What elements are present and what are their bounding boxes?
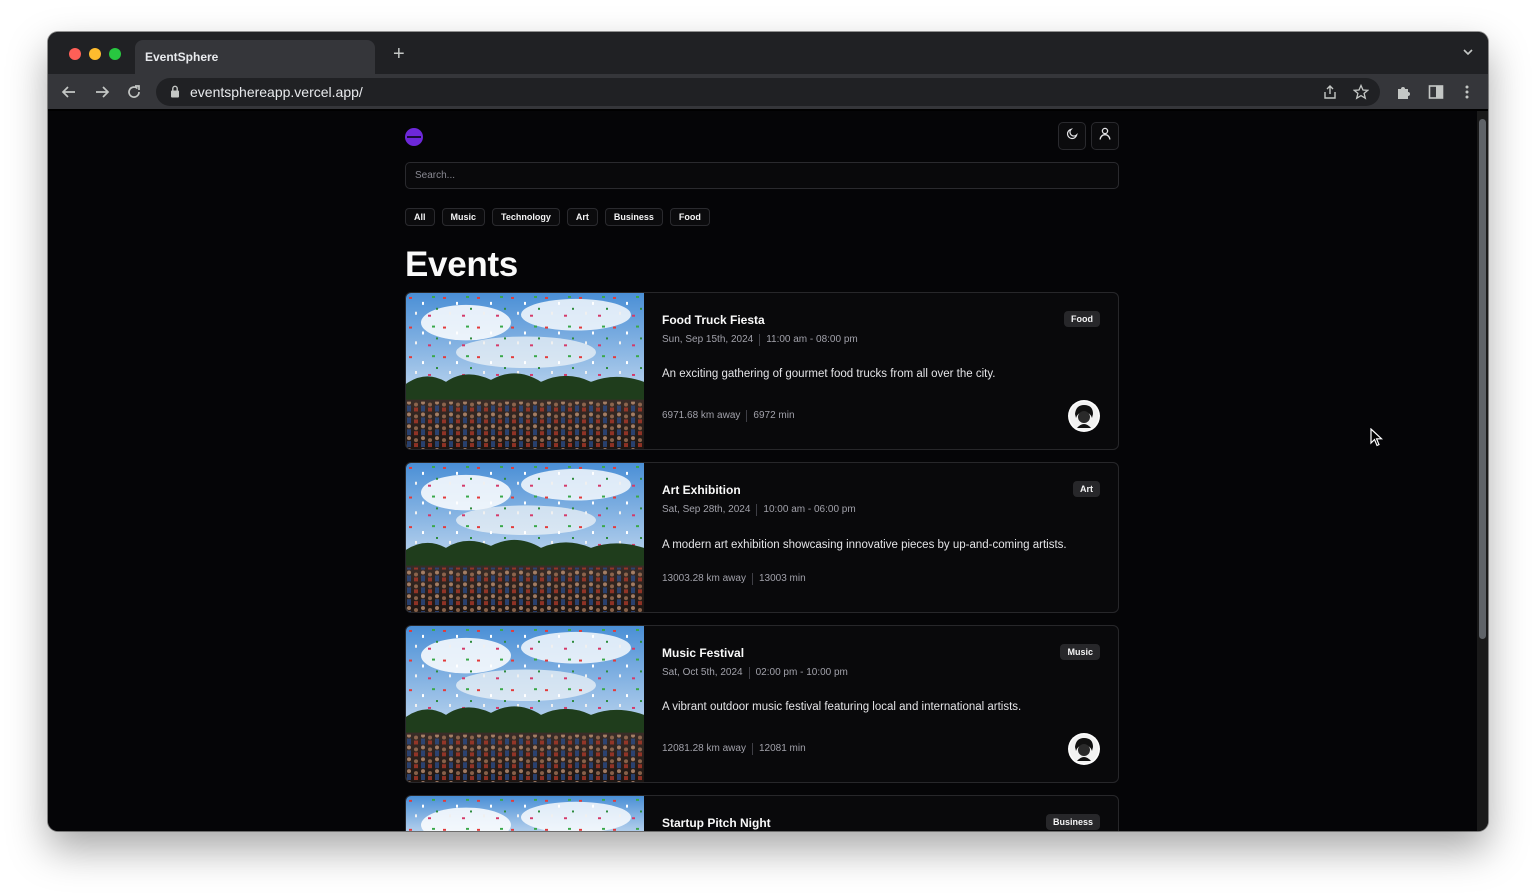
event-datetime: Sat, Oct 5th, 2024 02:00 pm - 10:00 pm [662, 667, 848, 679]
minimize-window-button[interactable] [89, 48, 101, 60]
category-badge: Art [1073, 481, 1100, 497]
filter-business[interactable]: Business [604, 208, 663, 226]
event-stats: 13003.28 km away 13003 min [662, 573, 806, 585]
scrollbar-thumb[interactable] [1479, 119, 1486, 639]
event-title: Music Festival [662, 646, 745, 660]
event-stats: 6971.68 km away 6972 min [662, 410, 795, 422]
browser-toolbar: eventsphereapp.vercel.app/ [48, 74, 1488, 110]
event-distance: 12081.28 km away [662, 743, 746, 754]
event-datetime: Sat, Sep 28th, 2024 10:00 am - 06:00 pm [662, 504, 856, 516]
event-stats: 12081.28 km away 12081 min [662, 743, 806, 755]
search-input[interactable] [405, 162, 1119, 189]
category-badge: Music [1060, 644, 1100, 660]
filter-technology[interactable]: Technology [492, 208, 560, 226]
event-title: Art Exhibition [662, 483, 741, 497]
event-time: 02:00 pm - 10:00 pm [755, 667, 848, 678]
new-tab-button[interactable]: + [393, 44, 405, 64]
browser-tab[interactable]: EventSphere [135, 40, 375, 74]
back-arrow-icon[interactable] [58, 81, 80, 103]
event-time: 11:00 am - 08:00 pm [766, 334, 858, 345]
event-card[interactable]: Food Truck Fiesta Food Sun, Sep 15th, 20… [405, 292, 1119, 450]
event-duration: 6972 min [753, 410, 795, 421]
tab-strip: EventSphere + [48, 32, 1488, 74]
event-duration: 12081 min [758, 743, 806, 754]
filter-music[interactable]: Music [441, 208, 486, 226]
event-card[interactable]: Art Exhibition Art Sat, Sep 28th, 2024 1… [405, 462, 1119, 613]
side-panel-icon[interactable] [1427, 83, 1445, 101]
close-window-button[interactable] [69, 48, 81, 60]
divider [751, 743, 753, 755]
divider [746, 410, 748, 422]
browser-window: EventSphere + eventsphereapp.vercel.app/ [48, 32, 1488, 831]
event-description: A vibrant outdoor music festival featuri… [662, 701, 1022, 713]
category-filters: All Music Technology Art Business Food [405, 208, 710, 226]
share-icon[interactable] [1322, 84, 1338, 100]
filter-food[interactable]: Food [669, 208, 710, 226]
event-image [406, 626, 644, 782]
event-details: Startup Pitch Night Business [662, 796, 1100, 831]
account-button[interactable] [1091, 122, 1119, 150]
event-title: Startup Pitch Night [662, 816, 771, 830]
event-card[interactable]: Startup Pitch Night Business [405, 795, 1119, 831]
event-description: A modern art exhibition showcasing innov… [662, 539, 1067, 551]
category-badge: Business [1045, 814, 1100, 830]
mouse-cursor-icon [1370, 428, 1384, 447]
divider [751, 573, 753, 585]
reload-icon[interactable] [123, 81, 145, 103]
browser-menu-icon[interactable] [1458, 83, 1476, 101]
category-badge: Food [1064, 311, 1100, 327]
moon-icon [1066, 127, 1079, 145]
event-details: Music Festival Music Sat, Oct 5th, 2024 … [662, 626, 1100, 782]
page-viewport: All Music Technology Art Business Food E… [48, 111, 1488, 831]
event-datetime: Sun, Sep 15th, 2024 11:00 am - 08:00 pm [662, 334, 858, 346]
tab-search-chevron-icon[interactable] [1462, 46, 1474, 61]
address-bar-url: eventsphereapp.vercel.app/ [190, 84, 363, 100]
event-title: Food Truck Fiesta [662, 313, 765, 327]
event-card[interactable]: Music Festival Music Sat, Oct 5th, 2024 … [405, 625, 1119, 783]
divider [756, 504, 758, 516]
event-distance: 6971.68 km away [662, 410, 741, 421]
forward-arrow-icon[interactable] [91, 81, 113, 103]
event-date: Sat, Oct 5th, 2024 [662, 667, 743, 678]
theme-toggle-button[interactable] [1058, 122, 1086, 150]
event-date: Sat, Sep 28th, 2024 [662, 504, 751, 515]
event-distance: 13003.28 km away [662, 573, 746, 584]
bookmark-star-icon[interactable] [1352, 83, 1370, 100]
browser-tab-title: EventSphere [145, 50, 219, 64]
event-details: Food Truck Fiesta Food Sun, Sep 15th, 20… [662, 293, 1100, 449]
event-duration: 13003 min [758, 573, 806, 584]
event-details: Art Exhibition Art Sat, Sep 28th, 2024 1… [662, 463, 1100, 612]
event-description: An exciting gathering of gourmet food tr… [662, 368, 996, 380]
address-bar[interactable]: eventsphereapp.vercel.app/ [156, 78, 1380, 106]
organizer-avatar[interactable] [1068, 733, 1100, 765]
extensions-puzzle-icon[interactable] [1395, 83, 1413, 101]
filter-all[interactable]: All [405, 208, 435, 226]
event-image [406, 463, 644, 612]
divider [759, 334, 761, 346]
organizer-avatar[interactable] [1068, 400, 1100, 432]
page-title: Events [405, 245, 518, 284]
eventsphere-logo-icon[interactable] [405, 128, 423, 146]
maximize-window-button[interactable] [109, 48, 121, 60]
event-image [406, 796, 644, 831]
event-image [406, 293, 644, 449]
divider [748, 667, 750, 679]
event-date: Sun, Sep 15th, 2024 [662, 334, 754, 345]
user-icon [1099, 127, 1111, 145]
filter-art[interactable]: Art [566, 208, 598, 226]
page-scrollbar[interactable] [1477, 111, 1488, 831]
lock-icon[interactable] [170, 85, 180, 101]
event-time: 10:00 am - 06:00 pm [763, 504, 856, 515]
